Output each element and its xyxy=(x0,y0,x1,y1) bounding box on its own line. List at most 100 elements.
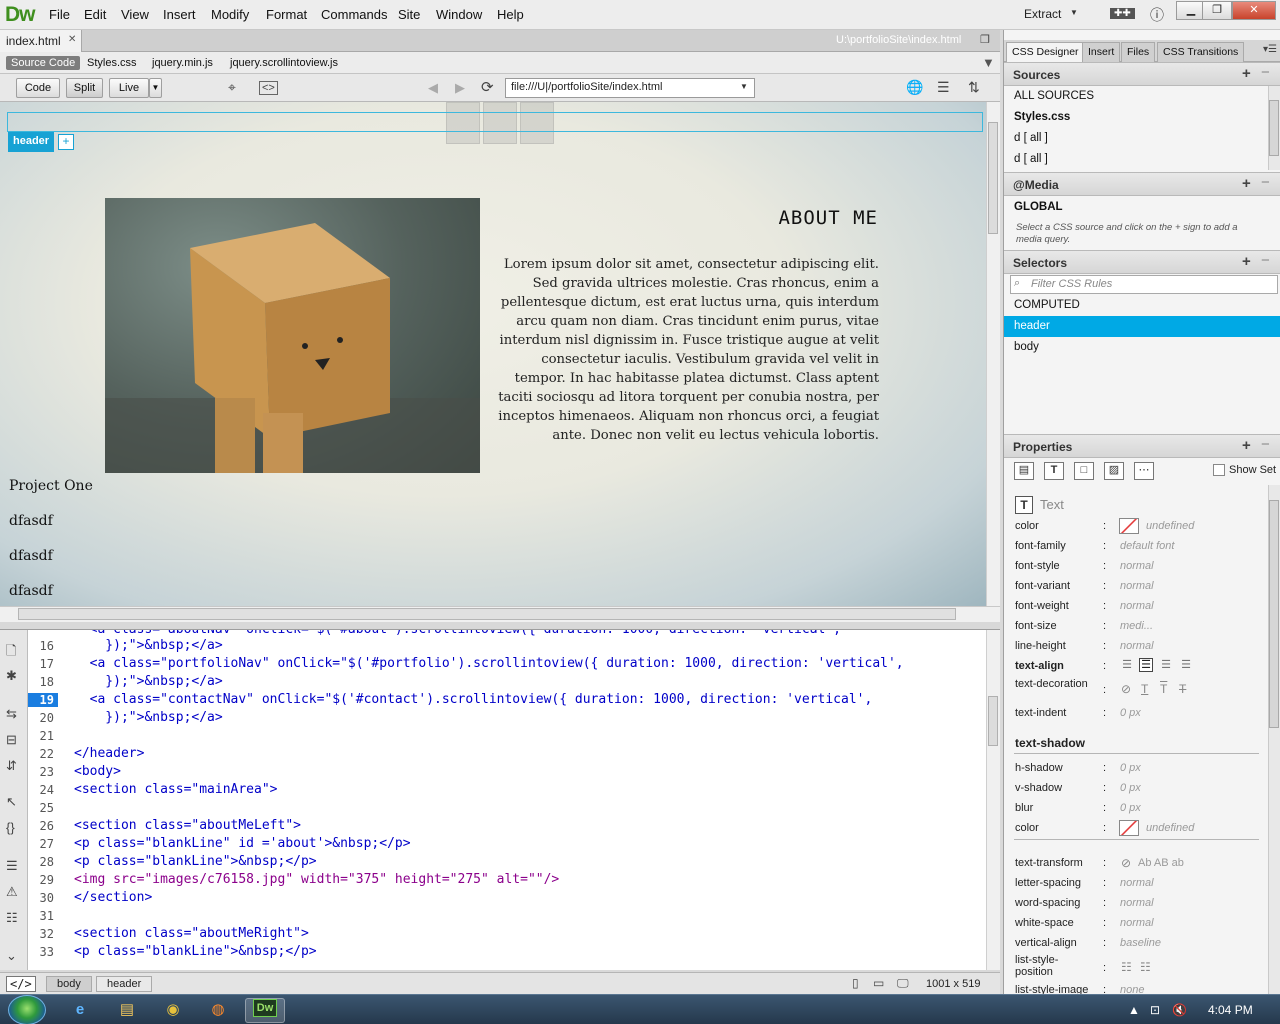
prop-text-transform-value[interactable]: Ab AB ab xyxy=(1138,857,1184,869)
live-view-button[interactable]: Live xyxy=(109,78,149,98)
chevron-down-icon[interactable]: ▼ xyxy=(740,82,748,91)
menu-modify[interactable]: Modify xyxy=(211,7,249,22)
maximize-button[interactable]: ❐ xyxy=(1202,1,1232,20)
extensions-icon[interactable]: ✚✚ xyxy=(1110,8,1135,19)
prop-blur-value[interactable]: 0 px xyxy=(1120,802,1141,814)
taskbar-clock[interactable]: 4:04 PM xyxy=(1208,1003,1253,1017)
list-outside-icon[interactable]: ☷ xyxy=(1140,960,1151,974)
tab-css-transitions[interactable]: CSS Transitions xyxy=(1157,42,1245,62)
border-category-icon[interactable]: □ xyxy=(1074,462,1094,480)
code-vertical-scrollbar[interactable] xyxy=(986,630,1000,970)
address-field[interactable]: file:///U|/portfolioSite/index.html xyxy=(505,78,755,98)
internet-explorer-icon[interactable]: e xyxy=(60,998,100,1023)
tray-chevron-icon[interactable]: ▲ xyxy=(1128,1003,1140,1017)
underline-icon[interactable]: T xyxy=(1141,682,1148,696)
strikethrough-icon[interactable]: T xyxy=(1179,682,1186,696)
chrome-icon[interactable]: ◉ xyxy=(153,998,193,1023)
restore-icon[interactable]: ❐ xyxy=(980,33,990,46)
prop-text-indent-value[interactable]: 0 px xyxy=(1120,707,1141,719)
remove-source-button[interactable]: − xyxy=(1261,64,1270,81)
breadcrumb-header[interactable]: header xyxy=(96,976,153,992)
about-image[interactable] xyxy=(105,198,480,473)
select-parent-tag-icon[interactable]: ↖ xyxy=(6,794,17,810)
prop-font-family-value[interactable]: default font xyxy=(1120,540,1174,552)
menu-window[interactable]: Window xyxy=(436,7,482,22)
close-icon[interactable]: ✕ xyxy=(68,34,76,45)
back-arrow-icon[interactable]: ◀ xyxy=(428,80,438,96)
prop-color-value[interactable]: undefined xyxy=(1146,520,1194,532)
code-scroll-thumb[interactable] xyxy=(988,696,998,746)
source-item[interactable]: Styles.css xyxy=(1004,107,1280,128)
prop-word-spacing-value[interactable]: normal xyxy=(1120,897,1154,909)
remove-selector-button[interactable]: − xyxy=(1261,252,1270,269)
related-file-source-code[interactable]: Source Code xyxy=(6,56,81,70)
align-justify-icon[interactable]: ☰ xyxy=(1179,659,1193,673)
prop-white-space-value[interactable]: normal xyxy=(1120,917,1154,929)
forward-arrow-icon[interactable]: ▶ xyxy=(455,80,465,96)
start-button[interactable] xyxy=(8,995,46,1024)
design-view[interactable]: header + ABOUT ME Lorem ipsum dolor sit … xyxy=(0,102,986,606)
chevron-down-icon[interactable]: ⌄ xyxy=(6,948,17,964)
menu-format[interactable]: Format xyxy=(266,7,307,22)
tablet-size-icon[interactable]: ▭ xyxy=(873,976,884,990)
file-management-icon[interactable]: ⇅ xyxy=(968,79,980,96)
code-view-button[interactable]: Code xyxy=(16,78,60,98)
collapse-selection-icon[interactable]: ⊟ xyxy=(6,732,17,748)
refresh-icon[interactable]: ⟳ xyxy=(481,78,494,96)
firefox-icon[interactable]: ◍ xyxy=(198,998,238,1023)
element-badge[interactable]: header xyxy=(8,132,55,152)
prop-font-weight-value[interactable]: normal xyxy=(1120,600,1154,612)
menu-commands[interactable]: Commands xyxy=(321,7,387,22)
prop-font-variant-value[interactable]: normal xyxy=(1120,580,1154,592)
show-code-navigator-icon[interactable]: ✱ xyxy=(6,668,17,684)
chevron-down-icon[interactable]: ▼ xyxy=(1070,8,1078,17)
prop-font-size-value[interactable]: medi... xyxy=(1120,620,1153,632)
menu-view[interactable]: View xyxy=(121,7,149,22)
selector-body[interactable]: body xyxy=(1004,337,1280,358)
add-class-button[interactable]: + xyxy=(58,134,74,150)
live-options-dropdown[interactable]: ▼ xyxy=(149,78,162,98)
code-editor[interactable]: <a class="aboutNav" onClick="$('#about')… xyxy=(28,630,986,970)
overline-icon[interactable]: T xyxy=(1160,682,1167,696)
color-swatch[interactable] xyxy=(1119,820,1139,836)
highlight-invalid-code-icon[interactable]: ⚠ xyxy=(6,884,18,900)
background-category-icon[interactable]: ▨ xyxy=(1104,462,1124,480)
related-file-styles-css[interactable]: Styles.css xyxy=(87,57,137,69)
syntax-error-alerts-icon[interactable]: ☷ xyxy=(6,910,18,926)
color-swatch[interactable] xyxy=(1119,518,1139,534)
layout-category-icon[interactable]: ▤ xyxy=(1014,462,1034,480)
breadcrumb-body[interactable]: body xyxy=(46,976,92,992)
design-hscroll-thumb[interactable] xyxy=(18,608,956,620)
prop-shadow-color-value[interactable]: undefined xyxy=(1146,822,1194,834)
open-documents-icon[interactable]: 🗋 xyxy=(6,642,16,664)
add-selector-button[interactable]: + xyxy=(1242,253,1251,270)
filter-css-rules-input[interactable]: Filter CSS Rules xyxy=(1010,275,1278,294)
close-button[interactable]: ✕ xyxy=(1232,1,1276,20)
align-left-icon[interactable]: ☰ xyxy=(1120,659,1134,673)
menu-site[interactable]: Site xyxy=(398,7,420,22)
volume-muted-icon[interactable]: 🔇 xyxy=(1172,1003,1187,1017)
source-item[interactable]: d [ all ] xyxy=(1004,149,1280,170)
tag-selector-icon[interactable]: </> xyxy=(6,976,36,992)
tab-insert[interactable]: Insert xyxy=(1082,42,1121,62)
balance-braces-icon[interactable]: {} xyxy=(6,820,15,835)
prop-h-shadow-value[interactable]: 0 px xyxy=(1120,762,1141,774)
align-center-icon[interactable]: ☰ xyxy=(1139,658,1153,672)
prop-v-shadow-value[interactable]: 0 px xyxy=(1120,782,1141,794)
decoration-none-icon[interactable]: ⊘ xyxy=(1121,682,1131,696)
code-navigator-icon[interactable]: <> xyxy=(259,81,278,95)
tab-files[interactable]: Files xyxy=(1121,42,1156,62)
prop-letter-spacing-value[interactable]: normal xyxy=(1120,877,1154,889)
text-category-icon[interactable]: T xyxy=(1044,462,1064,480)
more-category-icon[interactable]: ⋯ xyxy=(1134,462,1154,480)
menu-file[interactable]: File xyxy=(49,7,70,22)
transform-none-icon[interactable]: ⊘ xyxy=(1121,856,1131,870)
window-size-readout[interactable]: 1001 x 519 xyxy=(926,978,980,990)
expand-all-icon[interactable]: ⇵ xyxy=(6,758,17,774)
workspace-switcher[interactable]: Extract xyxy=(1024,7,1061,21)
info-icon[interactable]: ⓘ xyxy=(1150,5,1164,25)
prop-font-style-value[interactable]: normal xyxy=(1120,560,1154,572)
inspect-icon[interactable]: ⌖ xyxy=(228,79,236,96)
design-scroll-thumb[interactable] xyxy=(988,122,998,234)
selector-header[interactable]: header xyxy=(1004,316,1280,337)
